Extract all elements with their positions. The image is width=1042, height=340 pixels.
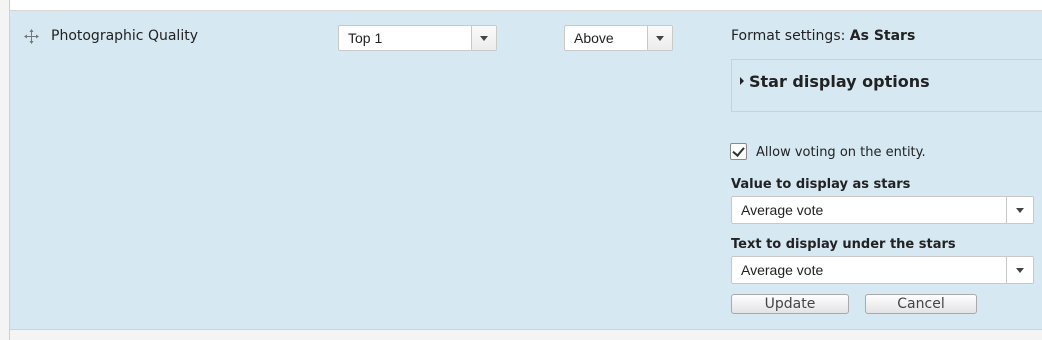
page-left-edge xyxy=(0,0,10,340)
format-settings-prefix: Format settings: xyxy=(731,28,846,44)
text-under-stars-select[interactable]: Average vote xyxy=(731,256,1034,284)
previous-row-edge xyxy=(10,0,1042,11)
allow-voting-checkbox[interactable] xyxy=(730,143,747,160)
check-icon xyxy=(732,144,745,157)
chevron-down-icon xyxy=(1006,257,1033,283)
label-display-select[interactable]: Above xyxy=(564,25,673,51)
chevron-down-icon xyxy=(647,26,672,50)
star-display-options-legend: Star display options xyxy=(749,72,930,91)
next-row-edge xyxy=(10,330,1042,340)
chevron-down-icon xyxy=(471,26,496,50)
value-to-display-value: Average vote xyxy=(741,202,824,218)
label-position-value: Top 1 xyxy=(348,30,383,46)
format-settings-summary: Format settings: As Stars xyxy=(731,28,915,44)
star-display-options-toggle[interactable]: Star display options xyxy=(740,72,930,91)
field-label: Photographic Quality xyxy=(51,28,198,44)
star-display-options-fieldset: Star display options xyxy=(731,59,1042,112)
format-settings-formatter: As Stars xyxy=(849,28,916,44)
drag-handle-icon[interactable] xyxy=(24,29,39,44)
cancel-button[interactable]: Cancel xyxy=(865,294,977,314)
value-to-display-label: Value to display as stars xyxy=(731,177,911,192)
text-under-stars-value: Average vote xyxy=(741,262,824,278)
update-button[interactable]: Update xyxy=(731,294,849,314)
value-to-display-select[interactable]: Average vote xyxy=(731,196,1034,224)
chevron-down-icon xyxy=(1006,197,1033,223)
text-under-stars-label: Text to display under the stars xyxy=(731,237,956,252)
allow-voting-label[interactable]: Allow voting on the entity. xyxy=(756,145,926,160)
label-display-value: Above xyxy=(574,30,614,46)
triangle-right-icon xyxy=(740,77,744,85)
label-position-select[interactable]: Top 1 xyxy=(338,25,497,51)
